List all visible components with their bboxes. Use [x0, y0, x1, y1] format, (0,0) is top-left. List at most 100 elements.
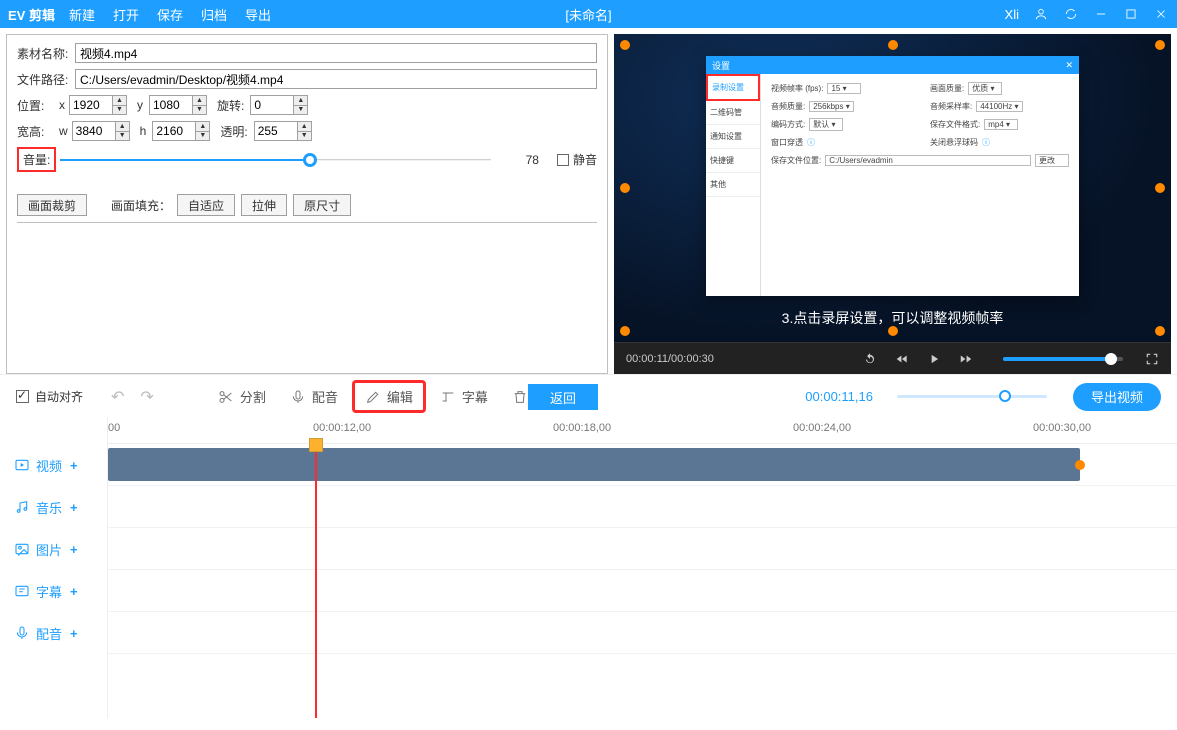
size-w-label: w: [59, 124, 68, 138]
pos-label: 位置:: [17, 97, 59, 114]
menu-archive[interactable]: 归档: [201, 5, 227, 24]
export-video-button[interactable]: 导出视频: [1073, 383, 1161, 411]
inner-kv: 编码方式:默认 ▾: [771, 118, 910, 131]
ruler-tick: 00:00:24,00: [793, 422, 851, 434]
time-ruler[interactable]: 0000:00:12,0000:00:18,0000:00:24,0000:00…: [108, 418, 1177, 444]
redo-icon[interactable]: ↷: [134, 387, 159, 407]
menu-save[interactable]: 保存: [157, 5, 183, 24]
rot-input[interactable]: [251, 96, 293, 114]
path-label: 文件路径:: [17, 71, 75, 88]
tool-split[interactable]: 分割: [208, 383, 276, 410]
properties-panel: 素材名称: 文件路径: 位置: x ▲▼ y ▲▼ 旋转: ▲▼ 宽高: w ▲…: [6, 34, 608, 374]
document-title: [未命名]: [565, 5, 611, 24]
mute-label: 静音: [573, 151, 597, 168]
pos-y-spinner[interactable]: ▲▼: [192, 96, 206, 114]
resize-handle[interactable]: [620, 183, 630, 193]
track-label-3[interactable]: 字幕+: [0, 570, 107, 612]
ruler-tick: 00:00:18,00: [553, 422, 611, 434]
size-w-spinner[interactable]: ▲▼: [115, 122, 129, 140]
fill-original-button[interactable]: 原尺寸: [293, 194, 351, 216]
pos-x-input[interactable]: [70, 96, 112, 114]
close-icon[interactable]: [1153, 6, 1169, 22]
menu-new[interactable]: 新建: [69, 5, 95, 24]
track-row[interactable]: [108, 528, 1177, 570]
tool-dub[interactable]: 配音: [280, 383, 348, 410]
inner-kv: 视频帧率 (fps):15 ▾: [771, 82, 910, 95]
add-track-icon[interactable]: +: [70, 626, 78, 641]
resize-handle[interactable]: [888, 40, 898, 50]
ruler-tick: 00:00:12,00: [313, 422, 371, 434]
progress-slider[interactable]: [1003, 357, 1123, 361]
inner-kv: 音频质量:256kbps ▾: [771, 101, 910, 112]
add-track-icon[interactable]: +: [70, 584, 78, 599]
resize-handle[interactable]: [1155, 183, 1165, 193]
mute-checkbox[interactable]: 静音: [557, 151, 597, 168]
track-row[interactable]: [108, 612, 1177, 654]
add-track-icon[interactable]: +: [70, 500, 78, 515]
track-label-2[interactable]: 图片+: [0, 528, 107, 570]
inner-kv: 画面质量:优质 ▾: [930, 82, 1069, 95]
rewind-icon[interactable]: [895, 352, 909, 366]
add-track-icon[interactable]: +: [70, 542, 78, 557]
minimize-icon[interactable]: [1093, 6, 1109, 22]
timeline: 视频+音乐+图片+字幕+配音+ 0000:00:12,0000:00:18,00…: [0, 418, 1177, 718]
name-input[interactable]: [75, 43, 597, 63]
add-track-icon[interactable]: +: [70, 458, 78, 473]
clip-end-handle[interactable]: [1075, 460, 1085, 470]
path-input[interactable]: [75, 69, 597, 89]
auto-align-checkbox[interactable]: 自动对齐: [16, 388, 83, 405]
zoom-slider[interactable]: [897, 395, 1047, 398]
size-h-spinner[interactable]: ▲▼: [195, 122, 209, 140]
inner-kv: 音频采样率:44100Hz ▾: [930, 101, 1069, 112]
pos-x-spinner[interactable]: ▲▼: [112, 96, 126, 114]
name-label: 素材名称:: [17, 45, 75, 62]
play-icon[interactable]: [927, 352, 941, 366]
size-label: 宽高:: [17, 123, 59, 140]
preview-canvas[interactable]: 设置✕ 录制设置 二维码管 通知设置 快捷键 其他 视频帧率 (fps):15 …: [614, 34, 1171, 342]
inner-close-icon: ✕: [1065, 60, 1073, 71]
sync-icon[interactable]: [1063, 6, 1079, 22]
track-row[interactable]: [108, 486, 1177, 528]
fullscreen-icon[interactable]: [1145, 352, 1159, 366]
tool-subtitle[interactable]: 字幕: [430, 383, 498, 410]
track-row[interactable]: [108, 570, 1177, 612]
track-row[interactable]: [108, 444, 1177, 486]
replay-icon[interactable]: [863, 352, 877, 366]
rot-label: 旋转:: [217, 97, 244, 114]
preview-panel: 设置✕ 录制设置 二维码管 通知设置 快捷键 其他 视频帧率 (fps):15 …: [614, 34, 1171, 374]
volume-label: 音量:: [17, 147, 56, 172]
undo-icon[interactable]: ↶: [105, 387, 130, 407]
size-w-input[interactable]: [73, 122, 115, 140]
user-name[interactable]: Xli: [1005, 7, 1019, 22]
track-label-4[interactable]: 配音+: [0, 612, 107, 654]
inner-side-item: 录制设置: [706, 74, 760, 101]
pos-y-input[interactable]: [150, 96, 192, 114]
resize-handle[interactable]: [620, 40, 630, 50]
maximize-icon[interactable]: [1123, 6, 1139, 22]
menu-open[interactable]: 打开: [113, 5, 139, 24]
forward-icon[interactable]: [959, 352, 973, 366]
volume-slider[interactable]: [60, 150, 491, 170]
preview-caption: 3.点击录屏设置，可以调整视频帧率: [614, 308, 1171, 328]
alpha-spinner[interactable]: ▲▼: [297, 122, 311, 140]
return-button[interactable]: 返回: [528, 384, 598, 410]
resize-handle[interactable]: [1155, 40, 1165, 50]
tool-edit[interactable]: 编辑: [352, 380, 426, 413]
inner-kv: 保存文件格式:mp4 ▾: [930, 118, 1069, 131]
menu-export[interactable]: 导出: [245, 5, 271, 24]
inner-side-item: 二维码管: [706, 101, 760, 125]
player-bar: 00:00:11/00:00:30: [614, 342, 1171, 374]
rot-spinner[interactable]: ▲▼: [293, 96, 307, 114]
fill-stretch-button[interactable]: 拉伸: [241, 194, 287, 216]
track-label-1[interactable]: 音乐+: [0, 486, 107, 528]
inner-side-item: 通知设置: [706, 125, 760, 149]
fill-label: 画面填充：: [111, 197, 171, 214]
crop-button[interactable]: 画面裁剪: [17, 194, 87, 216]
video-clip[interactable]: [108, 448, 1080, 481]
track-label-0[interactable]: 视频+: [0, 444, 107, 486]
size-h-input[interactable]: [153, 122, 195, 140]
pos-y-label: y: [137, 98, 143, 112]
alpha-input[interactable]: [255, 122, 297, 140]
user-icon[interactable]: [1033, 6, 1049, 22]
fill-fit-button[interactable]: 自适应: [177, 194, 235, 216]
